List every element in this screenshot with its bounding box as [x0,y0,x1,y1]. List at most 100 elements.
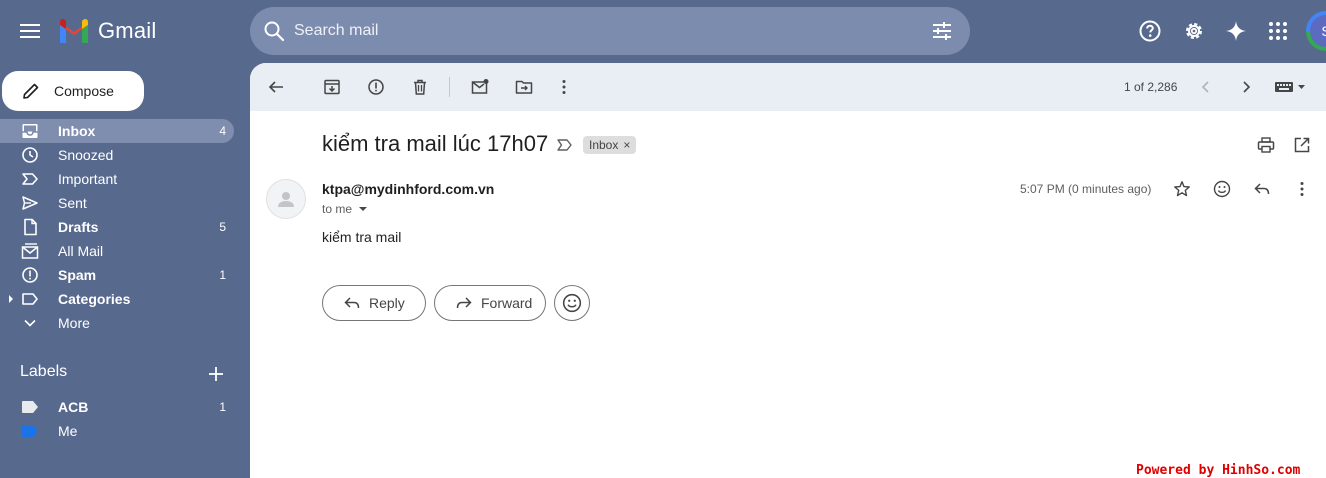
sidebar-item-label: Sent [58,195,87,211]
account-avatar[interactable]: S [1306,11,1326,51]
reply-icon [344,297,360,309]
sidebar-item-inbox[interactable]: Inbox 4 [0,119,234,143]
input-tools-button[interactable] [1270,75,1310,99]
recipient-details[interactable]: to me [322,202,368,216]
sender-avatar[interactable] [266,179,306,219]
sidebar-item-label: Categories [58,291,131,307]
sidebar-item-label: Drafts [58,219,99,235]
top-bar: Gmail S [0,0,1326,62]
sidebar-item-all-mail[interactable]: All Mail [0,239,234,263]
older-button[interactable] [1234,75,1258,99]
sidebar-nav: Inbox 4 Snoozed Important Sent Drafts 5 … [0,119,250,335]
sidebar-item-important[interactable]: Important [0,167,234,191]
sidebar-item-label: Inbox [58,123,96,139]
search-icon[interactable] [262,19,286,43]
sidebar-item-sent[interactable]: Sent [0,191,234,215]
trash-icon [414,79,426,95]
gemini-sparkle-icon [1226,21,1246,41]
clock-icon [22,147,38,163]
search-bar[interactable] [250,7,970,55]
apps-grid-icon [1269,22,1287,40]
message-timestamp: 5:07 PM (0 minutes ago) [1020,182,1152,196]
reply-icon-button[interactable] [1250,177,1274,201]
sidebar-item-label: All Mail [58,243,104,259]
print-button[interactable] [1254,133,1278,157]
open-in-new-icon [1294,137,1310,153]
support-button[interactable] [1132,13,1168,49]
report-spam-button[interactable] [364,75,388,99]
star-icon [1174,181,1190,197]
forward-icon [456,297,472,309]
move-to-folder-icon [515,80,533,94]
sidebar-item-label: Important [58,171,118,187]
message-more-button[interactable] [1290,177,1314,201]
all-mail-icon [21,243,39,259]
gear-icon [1186,23,1202,39]
unread-count: 1 [219,400,226,414]
newer-button[interactable] [1194,75,1218,99]
sender-email[interactable]: ktpa@mydinhford.com.vn [322,181,494,197]
forward-button[interactable]: Forward [434,285,546,321]
label-tag-icon [22,425,38,437]
remove-label-icon[interactable]: × [623,138,630,152]
label-name: Me [58,423,78,439]
message-pane: 1 of 2,286 kiểm tra mail lúc 17h07 Inbox… [250,63,1326,478]
importance-marker-icon[interactable] [557,138,573,152]
person-icon [278,192,294,207]
unread-count: 4 [219,124,226,138]
expand-caret-icon[interactable] [9,295,13,303]
pencil-icon [23,83,39,99]
sidebar-item-categories[interactable]: Categories [0,287,234,311]
open-new-window-button[interactable] [1290,133,1314,157]
archive-icon [324,79,340,95]
send-icon [22,196,38,210]
caret-down-icon [359,207,368,211]
mark-unread-icon [471,79,489,94]
reply-button[interactable]: Reply [322,285,426,321]
account-initial: S [1310,15,1326,47]
main-menu-button[interactable] [12,13,48,49]
emoji-icon [562,293,582,313]
mark-unread-button[interactable] [468,75,492,99]
sidebar-item-spam[interactable]: Spam 1 [0,263,234,287]
chevron-down-icon [24,319,36,327]
settings-button[interactable] [1176,13,1212,49]
search-input[interactable] [294,19,914,43]
message-subject: kiểm tra mail lúc 17h07 [322,131,549,156]
watermark-text: Powered by HinhSo.com [1136,463,1301,478]
spam-icon [22,267,38,283]
google-apps-button[interactable] [1260,13,1296,49]
search-options-icon[interactable] [930,19,954,43]
archive-button[interactable] [320,75,344,99]
sidebar-item-more[interactable]: More [0,311,234,335]
compose-button[interactable]: Compose [2,71,144,111]
label-tag-icon [22,401,38,413]
more-options-button[interactable] [552,75,576,99]
sidebar-item-snoozed[interactable]: Snoozed [0,143,234,167]
chip-label: Inbox [589,138,619,152]
gmail-logo[interactable]: Gmail [58,18,156,44]
more-vert-icon [562,80,566,94]
add-reaction-button[interactable] [1210,177,1234,201]
label-icon [22,293,38,305]
star-button[interactable] [1170,177,1194,201]
delete-button[interactable] [408,75,432,99]
message-toolbar: 1 of 2,286 [250,63,1326,111]
sidebar-item-label: Spam [58,267,97,283]
labels-heading: Labels [20,363,68,380]
label-item-me[interactable]: Me [0,419,234,443]
sidebar-item-drafts[interactable]: Drafts 5 [0,215,234,239]
gemini-button[interactable] [1218,13,1254,49]
unread-count: 5 [219,220,226,234]
add-label-icon[interactable] [204,362,228,386]
pagination-count: 1 of 2,286 [1124,80,1178,94]
recipient-label: to me [322,202,353,216]
back-button[interactable] [264,75,288,99]
emoji-icon [1213,180,1231,198]
label-item-acb[interactable]: ACB 1 [0,395,234,419]
move-to-button[interactable] [512,75,536,99]
print-icon [1257,137,1275,153]
unread-count: 1 [219,268,226,282]
report-spam-icon [368,79,384,95]
emoji-reaction-button[interactable] [554,285,590,321]
